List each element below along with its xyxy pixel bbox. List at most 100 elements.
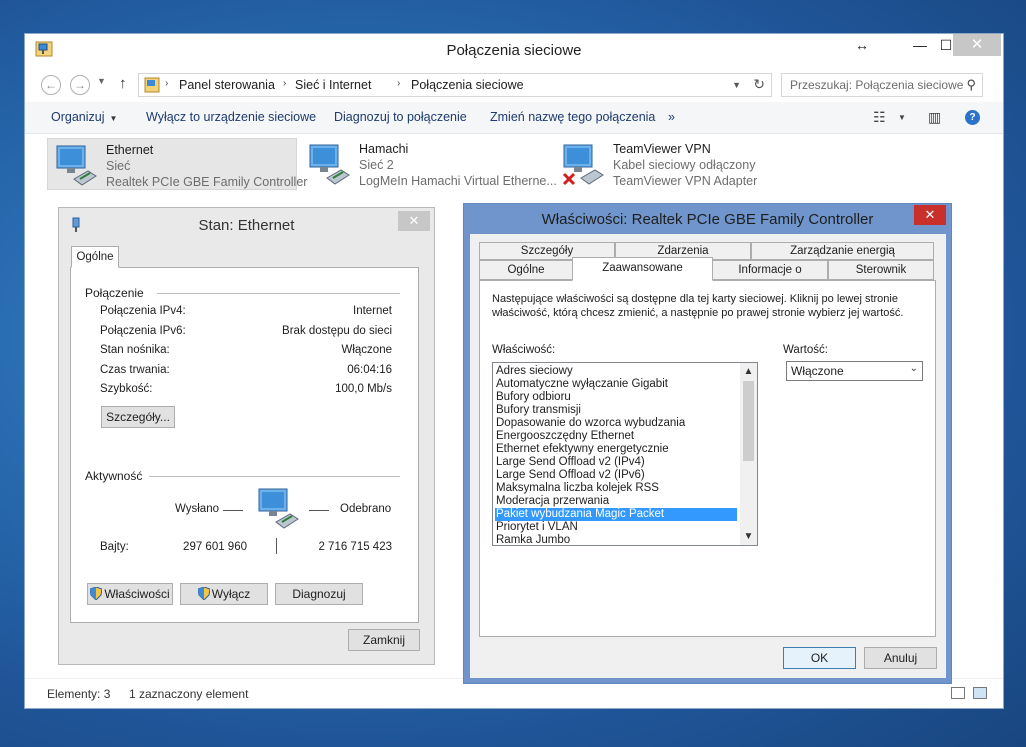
disable-button-label: Wyłącz <box>211 587 251 601</box>
speed-value: 100,0 Mb/s <box>335 383 392 395</box>
list-item[interactable]: Moderacja przerwania <box>495 495 609 508</box>
search-input[interactable]: Przeszukaj: Połączenia sieciowe ⚲ <box>781 73 983 97</box>
list-item[interactable]: Bufory transmisji <box>495 404 581 417</box>
connection-item-teamviewer-vpn[interactable]: TeamViewer VPN Kabel sieciowy odłączony … <box>555 138 805 190</box>
breadcrumb-separator-icon[interactable]: › <box>283 78 286 89</box>
status-dialog-close-button[interactable]: ✕ <box>398 211 430 231</box>
rename-connection-button[interactable]: Zmień nazwę tego połączenia <box>490 110 655 124</box>
breadcrumb-separator-icon[interactable]: › <box>397 78 400 89</box>
connection-status: Sieć 2 <box>359 158 394 172</box>
ipv4-value: Internet <box>353 305 392 317</box>
breadcrumb-network-internet[interactable]: Sieć i Internet <box>295 78 371 92</box>
list-item[interactable]: Large Send Offload v2 (IPv4) <box>495 456 645 469</box>
view-options-dropdown-icon[interactable]: ▼ <box>898 113 906 122</box>
chevron-down-icon: ▼ <box>109 114 118 123</box>
refresh-icon[interactable]: ↻ <box>753 76 765 93</box>
recent-locations-dropdown-icon[interactable]: ▼ <box>97 76 106 86</box>
status-dialog: Stan: Ethernet ✕ Ogólne Połączenie Połąc… <box>58 207 435 665</box>
details-button[interactable]: Szczegóły... <box>101 406 175 428</box>
network-adapter-disconnected-icon <box>562 144 604 186</box>
value-select[interactable]: Włączone ⌄ <box>786 361 923 381</box>
change-view-icon[interactable]: ☷ <box>873 109 886 126</box>
connection-item-hamachi[interactable]: Hamachi Sieć 2 LogMeIn Hamachi Virtual E… <box>301 138 557 190</box>
status-dialog-title: Stan: Ethernet <box>198 217 295 234</box>
tab-driver[interactable]: Sterownik <box>828 260 934 280</box>
list-item[interactable]: Large Send Offload v2 (IPv6) <box>495 469 645 482</box>
breadcrumb-separator-icon[interactable]: › <box>165 78 168 89</box>
media-state-label: Stan nośnika: <box>100 344 170 356</box>
list-item[interactable]: Priorytet i VLAN <box>495 521 578 534</box>
properties-dialog-close-button[interactable]: ✕ <box>914 205 946 225</box>
address-box[interactable]: › Panel sterowania › Sieć i Internet › P… <box>138 73 772 97</box>
connection-name: Hamachi <box>359 142 409 156</box>
forward-button[interactable]: → <box>70 75 90 95</box>
advanced-panel: Następujące właściwości są dostępne dla … <box>479 280 936 637</box>
up-button[interactable]: ↑ <box>119 75 127 92</box>
tab-advanced[interactable]: Zaawansowane <box>572 257 713 281</box>
tab-power-management[interactable]: Zarządzanie energią <box>751 242 934 260</box>
chevron-down-icon: ⌄ <box>909 363 918 374</box>
command-bar: Organizuj ▼ Wyłącz to urządzenie sieciowe… <box>25 102 1003 134</box>
details-view-icon[interactable] <box>951 687 965 699</box>
property-scrollbar[interactable]: ▲ ▼ <box>740 363 757 545</box>
uac-shield-icon <box>90 587 103 600</box>
ipv6-label: Połączenia IPv6: <box>100 325 186 337</box>
more-commands-button[interactable]: » <box>668 110 675 124</box>
scroll-up-icon[interactable]: ▲ <box>740 363 757 380</box>
duration-value: 06:04:16 <box>347 364 392 376</box>
diagnose-button[interactable]: Diagnozuj <box>275 583 363 605</box>
scroll-thumb[interactable] <box>743 381 754 461</box>
breadcrumb-network-connections[interactable]: Połączenia sieciowe <box>411 78 524 92</box>
close-button[interactable]: ✕ <box>953 34 1001 56</box>
property-listbox[interactable]: Adres sieciowy Automatyczne wyłączanie G… <box>492 362 758 546</box>
title-bar[interactable]: Połączenia sieciowe ↔ — ☐ ✕ <box>25 34 1003 66</box>
address-dropdown-icon[interactable]: ▼ <box>732 80 741 90</box>
bytes-received-value: 2 716 715 423 <box>318 541 392 553</box>
tab-general[interactable]: Ogólne <box>71 246 119 268</box>
breadcrumb-control-panel[interactable]: Panel sterowania <box>179 78 275 92</box>
activity-group-label: Aktywność <box>85 469 143 483</box>
ipv6-value: Brak dostępu do sieci <box>282 325 392 337</box>
description-line-2: właściwość, którą chcesz zmienić, a nast… <box>492 307 904 319</box>
duration-label: Czas trwania: <box>100 364 170 376</box>
list-item[interactable]: Ramka Jumbo <box>495 534 570 545</box>
diagnose-connection-button[interactable]: Diagnozuj to połączenie <box>334 110 467 124</box>
list-item[interactable]: Maksymalna liczba kolejek RSS <box>495 482 659 495</box>
list-item[interactable]: Dopasowanie do wzorca wybudzania <box>495 417 685 430</box>
cancel-button[interactable]: Anuluj <box>864 647 937 669</box>
large-icons-view-icon[interactable] <box>973 687 987 699</box>
organize-menu-button[interactable]: Organizuj ▼ <box>51 110 117 124</box>
list-item-selected[interactable]: Pakiet wybudzania Magic Packet <box>495 508 737 521</box>
group-divider <box>149 476 400 477</box>
disable-device-button[interactable]: Wyłącz to urządzenie sieciowe <box>146 110 316 124</box>
description-line-1: Następujące właściwości są dostępne dla … <box>492 293 898 305</box>
properties-dialog-body: Szczegóły Zdarzenia Zarządzanie energią … <box>470 234 946 678</box>
properties-button[interactable]: Właściwości <box>87 583 173 605</box>
list-item[interactable]: Adres sieciowy <box>495 365 573 378</box>
ok-button[interactable]: OK <box>783 647 856 669</box>
preview-pane-icon[interactable]: ▥ <box>928 109 941 126</box>
sent-line <box>223 510 243 511</box>
list-item[interactable]: Bufory odbioru <box>495 391 571 404</box>
back-button[interactable]: ← <box>41 75 61 95</box>
disable-button[interactable]: Wyłącz <box>180 583 268 605</box>
help-icon[interactable]: ? <box>965 110 980 125</box>
connection-item-ethernet[interactable]: Ethernet Sieć Realtek PCIe GBE Family Co… <box>47 138 307 190</box>
received-label: Odebrano <box>340 503 392 515</box>
tab-driver-details[interactable]: Informacje o <box>712 260 828 280</box>
group-divider <box>157 293 400 294</box>
ipv4-label: Połączenia IPv4: <box>100 305 186 317</box>
media-state-value: Włączone <box>341 344 393 356</box>
close-dialog-button[interactable]: Zamknij <box>348 629 420 651</box>
list-item[interactable]: Ethernet efektywny energetycznie <box>495 443 669 456</box>
tab-general[interactable]: Ogólne <box>479 260 573 280</box>
list-item[interactable]: Automatyczne wyłączanie Gigabit <box>495 378 668 391</box>
bytes-label: Bajty: <box>100 541 129 553</box>
connection-name: Ethernet <box>106 143 154 157</box>
network-adapter-icon <box>56 145 97 186</box>
list-item[interactable]: Energooszczędny Ethernet <box>495 430 634 443</box>
scroll-down-icon[interactable]: ▼ <box>740 528 757 545</box>
status-general-panel: Połączenie Połączenia IPv4: Internet Poł… <box>70 267 419 623</box>
resize-icon[interactable]: ↔ <box>847 34 877 56</box>
search-icon[interactable]: ⚲ <box>966 77 976 93</box>
